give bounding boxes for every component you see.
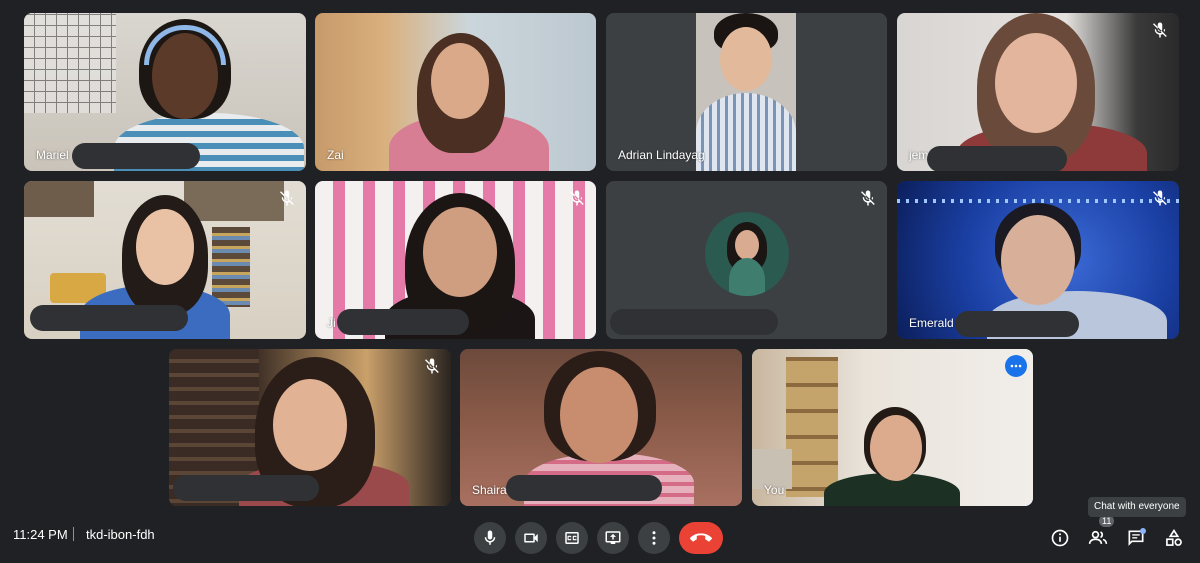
participant-tile-9[interactable] xyxy=(169,349,451,506)
mic-button[interactable] xyxy=(474,522,506,554)
people-icon xyxy=(1088,530,1108,544)
name-redaction xyxy=(927,146,1067,171)
divider xyxy=(73,527,74,541)
present-button[interactable] xyxy=(597,522,629,554)
more-options-button[interactable] xyxy=(638,522,670,554)
mic-off-icon xyxy=(425,358,439,374)
info-icon xyxy=(1051,529,1069,547)
name-redaction xyxy=(72,143,200,169)
more-options-icon xyxy=(652,531,656,545)
activities-icon xyxy=(1166,528,1182,546)
camera-icon xyxy=(524,533,538,543)
mic-off-icon xyxy=(861,190,875,206)
camera-button[interactable] xyxy=(515,522,547,554)
participant-name: Zai xyxy=(327,148,344,162)
mic-icon xyxy=(484,530,496,545)
more-horizontal-icon xyxy=(1010,364,1022,368)
participant-tile-adrian[interactable]: Adrian Lindayag xyxy=(606,13,887,171)
mic-off-icon xyxy=(570,190,584,206)
participant-tile-emerald[interactable]: Emerald xyxy=(897,181,1179,339)
participant-tile-you[interactable]: You xyxy=(752,349,1033,506)
participant-tile-7[interactable] xyxy=(606,181,887,339)
participant-tile-mariel[interactable]: Mariel xyxy=(24,13,306,171)
people-button[interactable] xyxy=(1085,525,1111,551)
chat-tooltip: Chat with everyone xyxy=(1088,497,1186,517)
end-call-button[interactable] xyxy=(679,522,723,554)
chat-notification-dot xyxy=(1140,528,1146,534)
video-feed xyxy=(315,13,596,171)
participant-name: You xyxy=(764,483,785,497)
activities-button[interactable] xyxy=(1161,525,1187,551)
participant-name: jem xyxy=(909,148,929,162)
present-icon xyxy=(605,531,621,544)
meeting-toolbar: 11:24 PM tkd-ibon-fdh xyxy=(0,507,1200,563)
video-feed xyxy=(752,349,1033,506)
name-redaction xyxy=(506,475,662,501)
participant-tile-jem[interactable]: jem xyxy=(897,13,1179,171)
participant-tile-ji[interactable]: Ji xyxy=(315,181,596,339)
meeting-details-button[interactable] xyxy=(1047,525,1073,551)
name-redaction xyxy=(610,309,778,335)
participant-tile-5[interactable] xyxy=(24,181,306,339)
participant-name: Shaira xyxy=(472,483,507,497)
meeting-code: tkd-ibon-fdh xyxy=(86,527,155,542)
name-redaction xyxy=(173,475,319,501)
name-redaction xyxy=(955,311,1079,337)
participant-name: Ji xyxy=(327,316,336,330)
captions-button[interactable] xyxy=(556,522,588,554)
mic-off-icon xyxy=(280,190,294,206)
participant-tile-shaira[interactable]: Shaira xyxy=(460,349,742,506)
name-redaction xyxy=(30,305,188,331)
captions-icon xyxy=(565,532,579,544)
participant-name: Mariel xyxy=(36,148,69,162)
avatar xyxy=(704,212,789,296)
end-call-icon xyxy=(690,533,712,542)
participant-name: Emerald xyxy=(909,316,954,330)
tile-more-options-button[interactable] xyxy=(1005,355,1027,377)
mic-off-icon xyxy=(1153,190,1167,206)
mic-off-icon xyxy=(1153,22,1167,38)
meeting-clock: 11:24 PM xyxy=(13,527,68,542)
name-redaction xyxy=(337,309,469,335)
participant-tile-zai[interactable]: Zai xyxy=(315,13,596,171)
participant-name: Adrian Lindayag xyxy=(618,148,705,162)
